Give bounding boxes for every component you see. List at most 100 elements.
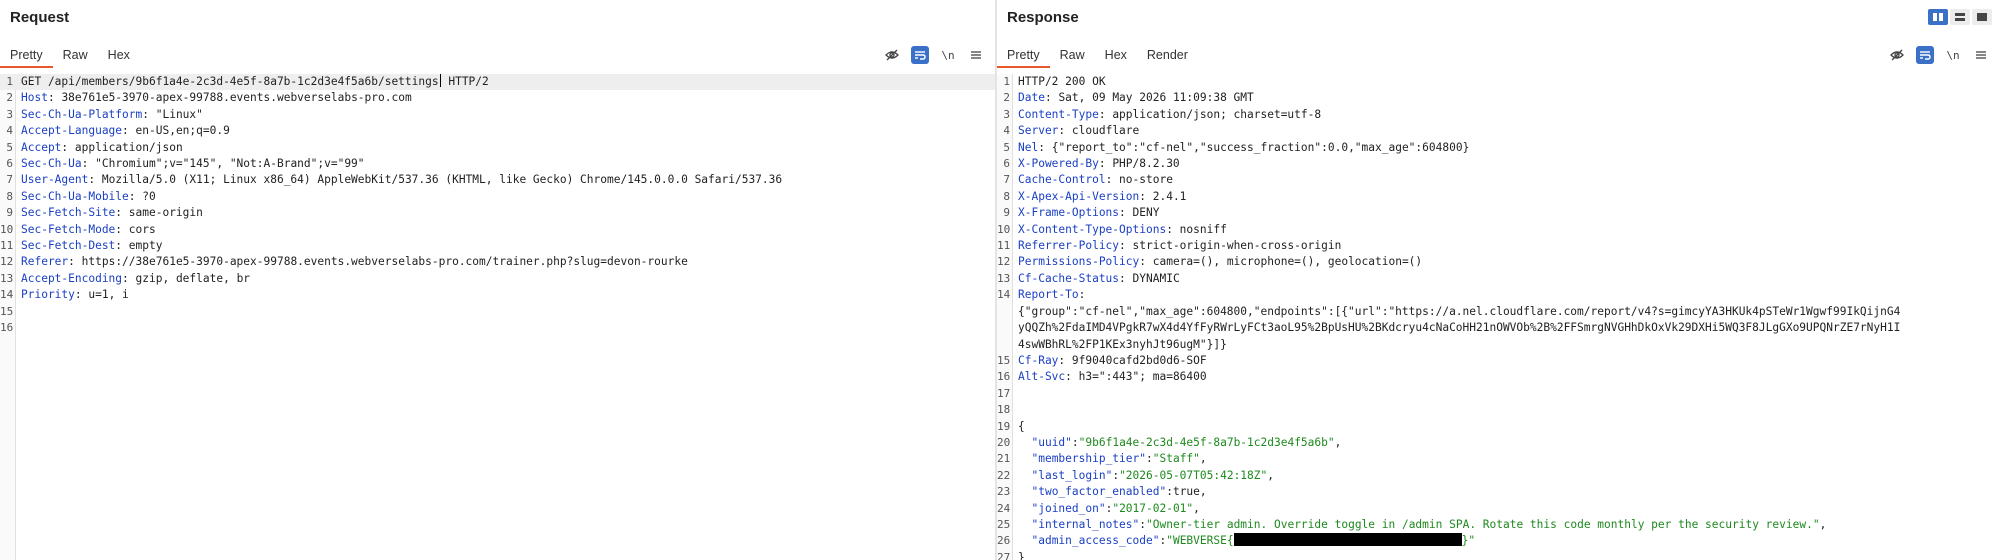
header-value: Mozilla/5.0 (X11; Linux x86_64) AppleWeb… <box>95 173 783 187</box>
response-tab-raw[interactable]: Raw <box>1050 44 1095 68</box>
request-tab-raw[interactable]: Raw <box>53 44 98 68</box>
line-number: 14 <box>997 288 1011 302</box>
layout-single-icon[interactable] <box>1972 9 1992 25</box>
line-number: 25 <box>997 517 1011 531</box>
header-value: en-US,en;q=0.9 <box>128 124 230 138</box>
layout-switch <box>1928 9 1992 25</box>
request-editor[interactable]: 1 GET /api/members/9b6f1a4e-2c3d-4e5f-8a… <box>0 74 995 560</box>
header-key: Cf-Ray <box>1018 353 1059 367</box>
wrap-lines-icon[interactable] <box>1916 46 1934 64</box>
json-value: "Owner-tier admin. Override toggle in /a… <box>1146 517 1820 531</box>
line-number: 13 <box>997 271 1011 285</box>
line-number: 8 <box>6 189 13 203</box>
header-value: cloudflare <box>1065 124 1140 138</box>
wrap-lines-icon[interactable] <box>911 46 929 64</box>
code: } <box>1013 550 1025 560</box>
layout-horizontal-icon[interactable] <box>1950 9 1970 25</box>
report-to-value: {"group":"cf-nel","max_age":604800,"endp… <box>1018 304 1901 318</box>
request-tools: \n <box>883 44 985 66</box>
response-tabs: Pretty Raw Hex Render <box>997 44 1198 70</box>
json-value: "2017-02-01" <box>1112 501 1194 515</box>
menu-icon[interactable] <box>967 46 985 64</box>
menu-icon[interactable] <box>1972 46 1990 64</box>
line-number: 17 <box>997 386 1011 400</box>
line-number: 12 <box>997 255 1011 269</box>
header-key: X-Apex-Api-Version <box>1018 189 1140 203</box>
status-line: 1 HTTP/2 200 OK <box>997 74 2000 90</box>
code: Sec-Fetch-Site: same-origin <box>21 206 203 220</box>
line-number: 23 <box>997 485 1011 499</box>
eye-slash-icon[interactable] <box>1888 46 1906 64</box>
line-number: 20 <box>997 435 1011 449</box>
code: Referrer-Policy: strict-origin-when-cros… <box>1018 239 1342 253</box>
json-value: "9b6f1a4e-2c3d-4e5f-8a7b-1c2d3e4f5a6b" <box>1078 435 1335 449</box>
code: "uuid":"9b6f1a4e-2c3d-4e5f-8a7b-1c2d3e4f… <box>1031 435 1342 449</box>
header-line: 11 Referrer-Policy: strict-origin-when-cr… <box>997 238 2000 254</box>
line-number: 15 <box>0 304 14 318</box>
request-line: 1 GET /api/members/9b6f1a4e-2c3d-4e5f-8a… <box>0 74 995 91</box>
response-tab-pretty[interactable]: Pretty <box>997 44 1050 68</box>
code: Accept-Encoding: gzip, deflate, br <box>21 271 251 285</box>
header-line: 12 Referer: https://38e761e5-3970-apex-99… <box>0 254 995 270</box>
request-lines: 1 GET /api/members/9b6f1a4e-2c3d-4e5f-8a… <box>0 74 995 337</box>
line-number: 6 <box>6 157 13 171</box>
header-line: 4 Accept-Language: en-US,en;q=0.9 <box>0 123 995 139</box>
header-line: 11 Sec-Fetch-Dest: empty <box>0 238 995 254</box>
code: "internal_notes":"Owner-tier admin. Over… <box>1031 517 1827 531</box>
line-number: 15 <box>997 353 1011 367</box>
line-number: 22 <box>997 468 1011 482</box>
text-cursor <box>439 74 441 87</box>
wrapped-line: 4swWBhRL%2FP1KEx3nyhJt96ugM"}]} <box>997 337 2000 353</box>
response-editor[interactable]: 1 HTTP/2 200 OK 2 Date: Sat, 09 May 2026 11… <box>997 74 2000 560</box>
header-value: PHP/8.2.30 <box>1105 157 1180 171</box>
header-key: Sec-Ch-Ua-Mobile <box>21 189 129 203</box>
json-sep: , <box>1819 517 1827 531</box>
header-value: "Chromium";v="145", "Not:A-Brand";v="99" <box>88 157 365 171</box>
response-tab-hex[interactable]: Hex <box>1095 44 1137 68</box>
json-sep: , <box>1193 501 1200 515</box>
line-number: 24 <box>997 501 1011 515</box>
header-line: 16 Alt-Svc: h3=":443"; ma=86400 <box>997 369 2000 385</box>
header-line: 3 Content-Type: application/json; charset… <box>997 107 2000 123</box>
line-number: 16 <box>997 370 1011 384</box>
header-line: 14 Priority: u=1, i <box>0 287 995 303</box>
json-field: 21 "membership_tier":"Staff", <box>997 451 2000 467</box>
header-key: Alt-Svc <box>1018 370 1066 384</box>
json-field: 20 "uuid":"9b6f1a4e-2c3d-4e5f-8a7b-1c2d3… <box>997 435 2000 451</box>
newline-icon[interactable]: \n <box>1944 46 1962 64</box>
line-number: 13 <box>0 271 14 285</box>
eye-slash-icon[interactable] <box>883 46 901 64</box>
code: Accept-Language: en-US,en;q=0.9 <box>21 124 230 138</box>
json-key: "last_login" <box>1031 468 1113 482</box>
newline-icon[interactable]: \n <box>939 46 957 64</box>
line-number: 7 <box>1003 173 1010 187</box>
header-value: h3=":443"; ma=86400 <box>1071 370 1207 384</box>
line-number: 7 <box>6 173 13 187</box>
code: Report-To: <box>1018 288 1086 302</box>
line-number: 9 <box>6 206 13 220</box>
request-tab-pretty[interactable]: Pretty <box>0 44 53 68</box>
header-line: 8 Sec-Ch-Ua-Mobile: ?0 <box>0 189 995 205</box>
json-value: "WEBVERSE{ <box>1166 534 1234 548</box>
response-tab-render[interactable]: Render <box>1137 44 1198 68</box>
header-line: 3 Sec-Ch-Ua-Platform: "Linux" <box>0 107 995 123</box>
request-tab-hex[interactable]: Hex <box>98 44 140 68</box>
header-key: Referer <box>21 255 69 269</box>
header-value: DENY <box>1125 206 1160 220</box>
header-value: application/json; charset=utf-8 <box>1105 107 1322 121</box>
layout-split-icon[interactable] <box>1928 9 1948 25</box>
code <box>1013 386 1018 402</box>
header-key: Cache-Control <box>1018 173 1106 187</box>
json-open: 19 { <box>997 419 2000 435</box>
response-lines: 1 HTTP/2 200 OK 2 Date: Sat, 09 May 2026 11… <box>997 74 2000 560</box>
line-number: 1 <box>6 75 13 88</box>
empty-line: 17 <box>997 386 2000 402</box>
json-key: "membership_tier" <box>1031 452 1146 466</box>
json-brace: { <box>1018 419 1025 433</box>
response-title: Response <box>1007 9 1079 26</box>
json-field: 22 "last_login":"2026-05-07T05:42:18Z", <box>997 468 2000 484</box>
code: Content-Type: application/json; charset=… <box>1018 107 1322 121</box>
header-value: no-store <box>1112 173 1173 187</box>
empty-line: 18 <box>997 402 2000 418</box>
code: { <box>1013 419 1025 435</box>
